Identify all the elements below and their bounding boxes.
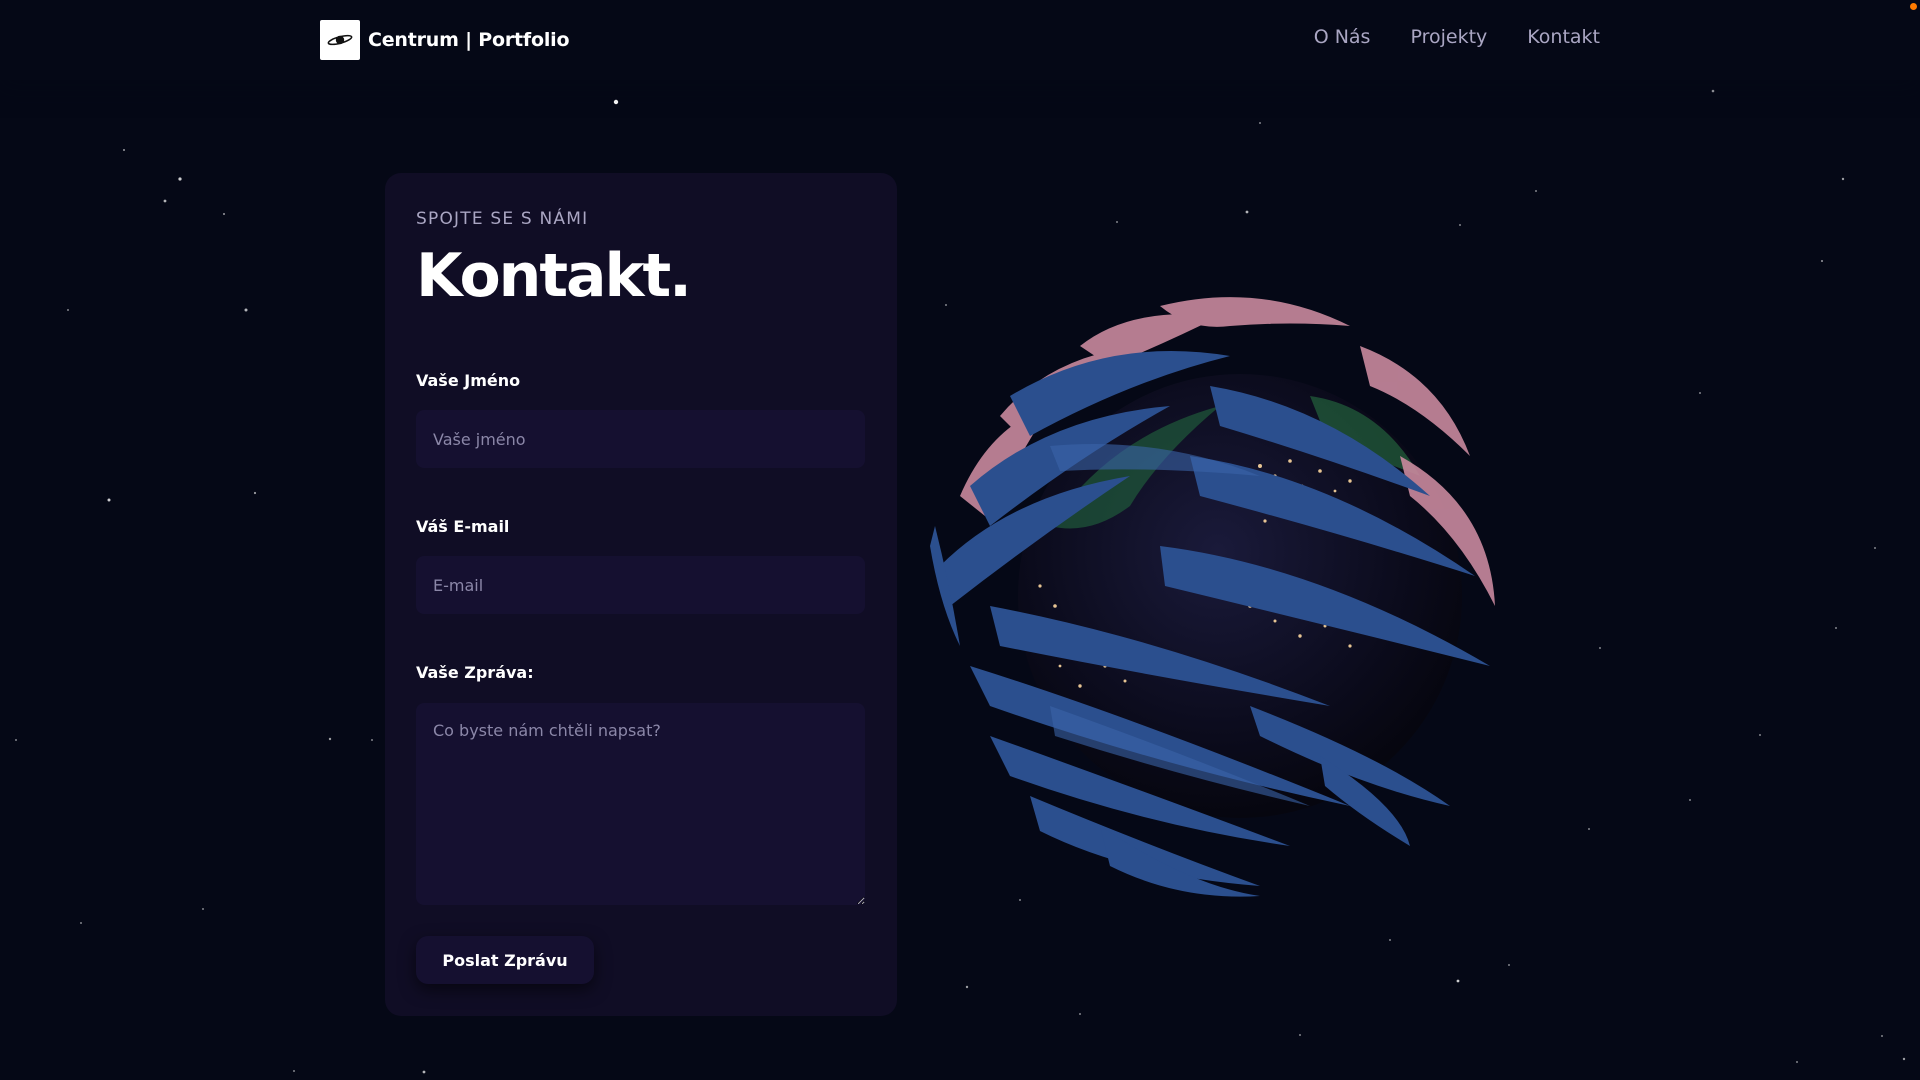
message-textarea[interactable] [416,703,865,905]
send-message-button[interactable]: Poslat Zprávu [416,936,594,984]
brand-title: Centrum | Portfolio [368,29,570,51]
notification-dot [1910,3,1917,10]
section-heading: Kontakt. [416,241,692,311]
brand-home-link[interactable]: Centrum | Portfolio [320,20,570,60]
3d-earth-globe-icon [930,297,1495,897]
email-field-label: Váš E-mail [416,517,510,536]
contact-form-card: Spojte se s námi Kontakt. Vaše Jméno Váš… [385,173,897,1016]
nav-links: O Nás Projekty Kontakt [1314,26,1600,48]
nav-link-contact[interactable]: Kontakt [1527,26,1600,48]
contact-page: Centrum | Portfolio O Nás Projekty Konta… [0,0,1920,1080]
message-field-label: Vaše Zpráva: [416,663,534,682]
name-input[interactable] [416,410,865,468]
saturn-logo-icon [320,20,360,60]
top-navbar: Centrum | Portfolio O Nás Projekty Konta… [0,0,1920,80]
nav-link-about[interactable]: O Nás [1314,26,1371,48]
name-field-label: Vaše Jméno [416,371,521,390]
nav-link-projects[interactable]: Projekty [1410,26,1487,48]
email-input[interactable] [416,556,865,614]
section-subtitle: Spojte se s námi [416,209,589,229]
